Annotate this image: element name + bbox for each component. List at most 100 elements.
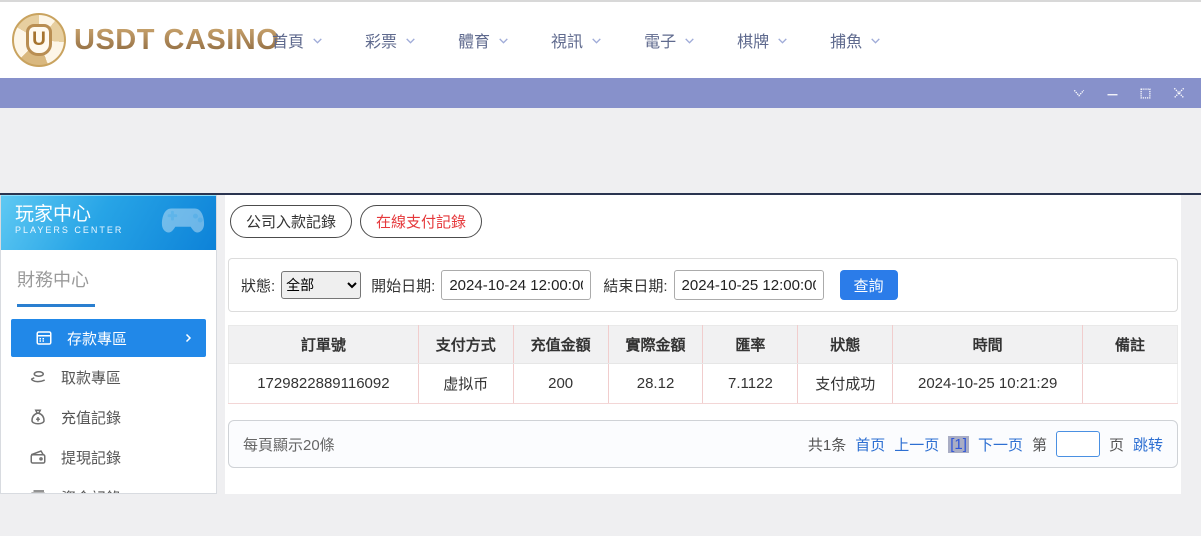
deposit-card-icon — [36, 331, 52, 345]
table-header-cell: 狀態 — [797, 325, 894, 364]
current-page-indicator[interactable]: [1] — [948, 435, 969, 453]
main-panel: 公司入款記錄 在線支付記錄 狀態: 全部 開始日期: 結束日期: 查詢 — [225, 195, 1181, 494]
chevron-down-icon — [685, 37, 694, 44]
table-header-cell: 訂單號 — [228, 325, 419, 364]
screen: U USDT CASINO 首頁 彩票 體育 視訊 電子 棋牌 捕魚 玩家中心 … — [0, 0, 1201, 536]
tab-online-payment-records[interactable]: 在線支付記錄 — [360, 205, 483, 238]
start-date-label: 開始日期: — [371, 277, 436, 295]
logo[interactable]: U USDT CASINO — [12, 13, 279, 67]
end-date-label: 結束日期: — [603, 277, 668, 295]
nav-item-slots[interactable]: 電子 — [644, 28, 696, 52]
nav-item-label: 首頁 — [272, 34, 305, 51]
jump-suffix-text: 页 — [1108, 436, 1124, 454]
nav-item-fishing[interactable]: 捕魚 — [830, 28, 882, 52]
section-title: 財務中心 — [17, 270, 89, 290]
recharge-bag-icon — [31, 409, 45, 425]
withdrawal-wallet-icon — [30, 450, 46, 464]
table-header-row: 訂單號 支付方式 充值金額 實際金額 匯率 狀態 時間 備註 — [228, 325, 1178, 364]
table-header-cell: 匯率 — [702, 325, 799, 364]
nav-item-label: 捕魚 — [830, 34, 863, 51]
sidebar-item-label: 資金記錄 — [61, 487, 121, 494]
gamepad-icon — [161, 208, 205, 233]
records-table: 訂單號 支付方式 充值金額 實際金額 匯率 狀態 時間 備註 172982288… — [228, 325, 1178, 404]
page-jump-input[interactable] — [1055, 431, 1100, 457]
sidebar-item-label: 取款專區 — [61, 369, 122, 387]
sidebar-item-deposit[interactable]: 存款專區 — [11, 319, 206, 357]
table-cell-status: 支付成功 — [797, 363, 894, 404]
nav-item-label: 棋牌 — [737, 34, 770, 51]
sidebar-item-label: 存款專區 — [67, 330, 128, 348]
sidebar-item-recharge-records[interactable]: 充值記錄 — [1, 397, 216, 437]
jump-prefix-text: 第 — [1031, 436, 1047, 454]
nav-item-label: 體育 — [458, 34, 491, 51]
logo-monogram: U — [26, 24, 52, 56]
tab-company-deposit-records[interactable]: 公司入款記錄 — [230, 205, 353, 238]
chevron-down-icon — [592, 37, 601, 44]
chevron-down-icon — [778, 37, 787, 44]
table-header-cell: 充值金額 — [513, 325, 609, 364]
sidebar-item-label: 充值記錄 — [61, 409, 122, 427]
sidebar-item-label: 提現記錄 — [61, 449, 122, 467]
nav-item-lottery[interactable]: 彩票 — [365, 28, 417, 52]
table-header-cell: 支付方式 — [418, 325, 514, 364]
nav-item-label: 彩票 — [365, 34, 398, 51]
nav-item-home[interactable]: 首頁 — [272, 28, 324, 52]
prev-page-link[interactable]: 上一页 — [894, 434, 939, 455]
section-underline — [17, 304, 95, 307]
search-button[interactable]: 查詢 — [839, 270, 898, 300]
sidebar: 玩家中心 PLAYERS CENTER 財務中心 存款專區 取款專區 充值記錄 — [0, 195, 217, 494]
first-page-link[interactable]: 首页 — [855, 434, 885, 455]
status-label: 狀態: — [241, 277, 276, 295]
chevron-down-icon — [499, 37, 508, 44]
table-header-cell: 實際金額 — [608, 325, 704, 364]
record-tabs: 公司入款記錄 在線支付記錄 — [230, 205, 483, 238]
end-date-input[interactable] — [673, 270, 824, 300]
site-header: U USDT CASINO 首頁 彩票 體育 視訊 電子 棋牌 捕魚 — [0, 2, 1201, 78]
close-icon[interactable] — [1171, 85, 1187, 101]
table-cell-recharge-amount: 200 — [513, 363, 609, 404]
total-count-text: 共1条 — [807, 436, 847, 454]
nav-item-board-games[interactable]: 棋牌 — [737, 28, 789, 52]
minimize-icon[interactable] — [1105, 86, 1120, 101]
nav-item-label: 視訊 — [551, 34, 584, 51]
pagination-bar: 每頁顯示20條 共1条 首页 上一页 [1] 下一页 第 页 跳转 — [228, 420, 1178, 468]
table-cell-pay-method: 虚拟币 — [418, 363, 514, 404]
sidebar-item-funds-records[interactable]: 資金記錄 — [1, 477, 216, 494]
chevron-down-icon — [313, 37, 322, 44]
start-date-input[interactable] — [441, 270, 592, 300]
records-table-wrap: 訂單號 支付方式 充值金額 實際金額 匯率 狀態 時間 備註 172982288… — [228, 325, 1178, 404]
logo-text: USDT CASINO — [74, 23, 280, 56]
table-cell-rate: 7.1122 — [702, 363, 799, 404]
table-header-cell: 時間 — [892, 325, 1084, 364]
filter-bar: 狀態: 全部 開始日期: 結束日期: 查詢 — [228, 258, 1178, 312]
sidebar-item-withdraw[interactable]: 取款專區 — [1, 357, 216, 397]
main-nav: 首頁 彩票 體育 視訊 電子 棋牌 捕魚 — [272, 2, 882, 78]
jump-button[interactable]: 跳转 — [1133, 434, 1163, 455]
sidebar-section-header: 財務中心 — [1, 250, 216, 307]
nav-item-sports[interactable]: 體育 — [458, 28, 510, 52]
sidebar-item-withdrawal-records[interactable]: 提現記錄 — [1, 437, 216, 477]
chevron-down-icon — [406, 37, 415, 44]
status-select[interactable]: 全部 — [281, 271, 362, 299]
logo-ball-icon: U — [12, 13, 66, 67]
table-cell-actual-amount: 28.12 — [608, 363, 704, 404]
page-size-text: 每頁顯示20條 — [243, 436, 335, 454]
tab-label: 在線支付記錄 — [376, 214, 467, 231]
chevron-right-icon — [185, 333, 192, 343]
table-cell-order-no: 1729822889116092 — [228, 363, 419, 404]
table-cell-remark — [1082, 363, 1178, 404]
sidebar-header: 玩家中心 PLAYERS CENTER — [1, 195, 216, 250]
chevron-down-icon — [871, 37, 880, 44]
nav-item-live-video[interactable]: 視訊 — [551, 28, 603, 52]
next-page-link[interactable]: 下一页 — [978, 434, 1023, 455]
sidebar-menu: 存款專區 取款專區 充值記錄 提現記錄 資金記錄 — [1, 319, 216, 494]
window-titlebar — [0, 78, 1201, 108]
pager: 共1条 首页 上一页 [1] 下一页 第 页 跳转 — [808, 431, 1163, 457]
chevron-down-icon[interactable] — [1071, 85, 1087, 101]
withdraw-hand-icon — [30, 371, 46, 383]
table-row: 1729822889116092 虚拟币 200 28.12 7.1122 支付… — [228, 363, 1178, 404]
maximize-icon[interactable] — [1138, 86, 1153, 101]
table-header-cell: 備註 — [1082, 325, 1178, 364]
table-cell-time: 2024-10-25 10:21:29 — [892, 363, 1084, 404]
tab-label: 公司入款記錄 — [246, 214, 337, 231]
